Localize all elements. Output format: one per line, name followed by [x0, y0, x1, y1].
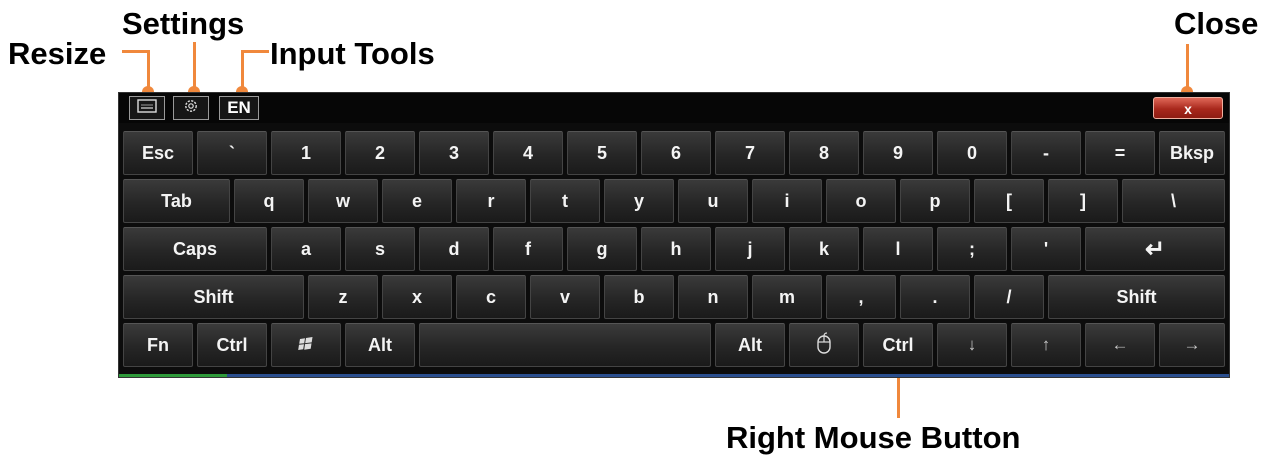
mouse-icon — [816, 331, 832, 359]
key-k[interactable]: k — [789, 227, 859, 271]
key-o[interactable]: o — [826, 179, 896, 223]
key-5[interactable]: 5 — [567, 131, 637, 175]
key-7[interactable]: 7 — [715, 131, 785, 175]
on-screen-keyboard: EN x Esc ` 1 2 3 4 5 6 7 8 9 0 - = Bksp … — [118, 92, 1230, 378]
key-j[interactable]: j — [715, 227, 785, 271]
windows-logo-icon — [298, 335, 314, 356]
key-i[interactable]: i — [752, 179, 822, 223]
key-tab[interactable]: Tab — [123, 179, 230, 223]
key-ctrl-right[interactable]: Ctrl — [863, 323, 933, 367]
key-f[interactable]: f — [493, 227, 563, 271]
key-minus[interactable]: - — [1011, 131, 1081, 175]
key-1[interactable]: 1 — [271, 131, 341, 175]
key-u[interactable]: u — [678, 179, 748, 223]
key-a[interactable]: a — [271, 227, 341, 271]
callout-right-mouse-button: Right Mouse Button — [726, 420, 1021, 455]
keyboard-bottom-accent — [119, 374, 227, 377]
key-comma[interactable]: , — [826, 275, 896, 319]
key-m[interactable]: m — [752, 275, 822, 319]
key-semicolon[interactable]: ; — [937, 227, 1007, 271]
key-arrow-right[interactable]: → — [1159, 323, 1225, 367]
key-arrow-down[interactable]: ↓ — [937, 323, 1007, 367]
key-n[interactable]: n — [678, 275, 748, 319]
key-z[interactable]: z — [308, 275, 378, 319]
key-backspace[interactable]: Bksp — [1159, 131, 1225, 175]
input-tools-leader-h — [241, 50, 269, 53]
key-t[interactable]: t — [530, 179, 600, 223]
key-r[interactable]: r — [456, 179, 526, 223]
key-y[interactable]: y — [604, 179, 674, 223]
key-v[interactable]: v — [530, 275, 600, 319]
settings-button[interactable] — [173, 96, 209, 120]
key-space[interactable] — [419, 323, 711, 367]
keyboard-bottom-border — [119, 374, 1229, 377]
key-8[interactable]: 8 — [789, 131, 859, 175]
key-c[interactable]: c — [456, 275, 526, 319]
key-left-bracket[interactable]: [ — [974, 179, 1044, 223]
settings-leader-v — [193, 42, 196, 90]
close-leader-v — [1186, 44, 1189, 90]
key-x[interactable]: x — [382, 275, 452, 319]
key-arrow-left[interactable]: ← — [1085, 323, 1155, 367]
key-alt-left[interactable]: Alt — [345, 323, 415, 367]
key-w[interactable]: w — [308, 179, 378, 223]
key-caps[interactable]: Caps — [123, 227, 267, 271]
key-s[interactable]: s — [345, 227, 415, 271]
key-backtick[interactable]: ` — [197, 131, 267, 175]
key-fn[interactable]: Fn — [123, 323, 193, 367]
key-enter[interactable]: ↵ — [1085, 227, 1225, 271]
key-q[interactable]: q — [234, 179, 304, 223]
key-slash[interactable]: / — [974, 275, 1044, 319]
callout-input-tools: Input Tools — [270, 36, 435, 71]
key-g[interactable]: g — [567, 227, 637, 271]
input-tools-button[interactable]: EN — [219, 96, 259, 120]
key-shift-left[interactable]: Shift — [123, 275, 304, 319]
key-d[interactable]: d — [419, 227, 489, 271]
key-4[interactable]: 4 — [493, 131, 563, 175]
key-9[interactable]: 9 — [863, 131, 933, 175]
key-b[interactable]: b — [604, 275, 674, 319]
keyboard-resize-icon — [137, 98, 157, 118]
key-e[interactable]: e — [382, 179, 452, 223]
key-equals[interactable]: = — [1085, 131, 1155, 175]
key-windows[interactable] — [271, 323, 341, 367]
key-h[interactable]: h — [641, 227, 711, 271]
close-button[interactable]: x — [1153, 97, 1223, 119]
close-icon: x — [1184, 101, 1192, 117]
key-3[interactable]: 3 — [419, 131, 489, 175]
key-ctrl-left[interactable]: Ctrl — [197, 323, 267, 367]
resize-leader-h — [122, 50, 150, 53]
key-shift-right[interactable]: Shift — [1048, 275, 1225, 319]
key-right-bracket[interactable]: ] — [1048, 179, 1118, 223]
key-alt-right[interactable]: Alt — [715, 323, 785, 367]
key-backslash[interactable]: \ — [1122, 179, 1225, 223]
callout-resize: Resize — [8, 36, 107, 71]
resize-button[interactable] — [129, 96, 165, 120]
key-0[interactable]: 0 — [937, 131, 1007, 175]
key-period[interactable]: . — [900, 275, 970, 319]
key-esc[interactable]: Esc — [123, 131, 193, 175]
keyboard-titlebar: EN x — [119, 93, 1229, 123]
key-arrow-up[interactable]: ↑ — [1011, 323, 1081, 367]
key-p[interactable]: p — [900, 179, 970, 223]
key-mouse[interactable] — [789, 323, 859, 367]
key-l[interactable]: l — [863, 227, 933, 271]
callout-settings: Settings — [122, 6, 245, 41]
gear-icon — [182, 97, 200, 120]
callout-close: Close — [1174, 6, 1259, 41]
key-apostrophe[interactable]: ' — [1011, 227, 1081, 271]
key-6[interactable]: 6 — [641, 131, 711, 175]
key-2[interactable]: 2 — [345, 131, 415, 175]
